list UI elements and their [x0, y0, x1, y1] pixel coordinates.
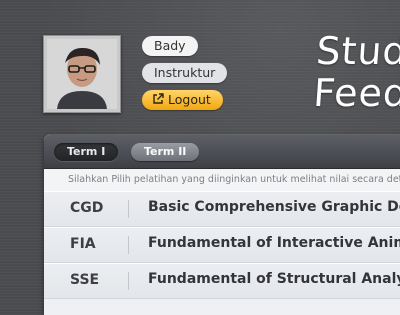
- course-title: Fundamental of Interactive Animation: [148, 235, 400, 251]
- course-code: CGD: [70, 200, 104, 216]
- course-title: Fundamental of Structural Analysis: [148, 271, 400, 287]
- user-role: Instruktur: [154, 65, 216, 80]
- app-title: Stud Feed: [311, 29, 400, 115]
- tab-term-1[interactable]: Term I: [54, 143, 119, 161]
- course-row[interactable]: SSE Fundamental of Structural Analysis: [44, 263, 400, 299]
- user-name: Bady: [154, 38, 186, 53]
- divider: [128, 200, 129, 218]
- term-tabs: Term I Term II: [44, 135, 400, 169]
- instructions-text: Silahkan Pilih pelatihan yang diinginkan…: [44, 169, 400, 191]
- avatar: [43, 35, 121, 113]
- course-panel: Term I Term II Silahkan Pilih pelatihan …: [44, 135, 400, 315]
- user-photo: [47, 39, 117, 109]
- external-link-icon: [152, 91, 164, 104]
- course-title: Basic Comprehensive Graphic Design: [148, 199, 400, 215]
- course-row[interactable]: CGD Basic Comprehensive Graphic Design: [44, 191, 400, 227]
- divider: [128, 236, 129, 254]
- user-role-badge: Instruktur: [142, 63, 228, 83]
- course-code: FIA: [70, 236, 96, 252]
- course-code: SSE: [70, 272, 100, 288]
- logout-label: Logout: [168, 92, 211, 107]
- logout-button[interactable]: Logout: [142, 90, 223, 110]
- tab-term-2[interactable]: Term II: [131, 143, 200, 161]
- divider: [128, 272, 129, 290]
- course-row[interactable]: FIA Fundamental of Interactive Animation: [44, 227, 400, 263]
- user-name-badge: Bady: [142, 36, 198, 56]
